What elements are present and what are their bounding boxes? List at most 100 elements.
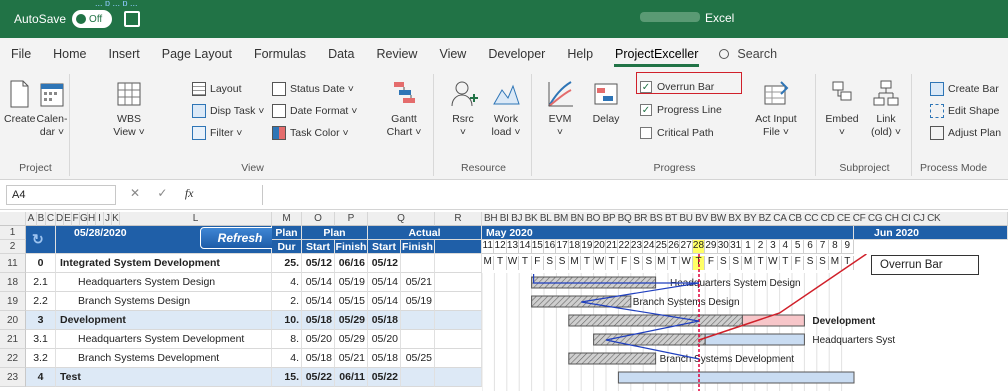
wbs-cell[interactable]: 4 (26, 368, 56, 387)
plan-start-cell[interactable]: 05/18 (302, 311, 335, 330)
column-header-i[interactable]: I (96, 212, 104, 226)
gantt-column-headers[interactable]: BH BI BJ BK BL BM BN BO BP BQ BR BS BT B… (482, 212, 1008, 226)
fx-icon[interactable]: fx (185, 186, 194, 200)
plan-start-cell[interactable]: 05/18 (302, 349, 335, 368)
plan-start-cell[interactable]: 05/22 (302, 368, 335, 387)
adjust-plan-button[interactable]: Adjust Plan (930, 124, 1001, 142)
plan-finish-cell[interactable]: 05/29 (335, 330, 368, 349)
plan-dur-cell[interactable]: 2. (272, 292, 302, 311)
column-header-e[interactable]: E (64, 212, 72, 226)
column-header-r[interactable]: R (435, 212, 482, 226)
tab-insert[interactable]: Insert (98, 38, 151, 70)
plan-dur-cell[interactable]: 10. (272, 311, 302, 330)
create-button[interactable]: Create (4, 76, 36, 126)
gantt-chart-button[interactable]: Gantt Chart ˅ (384, 76, 424, 139)
column-header-d[interactable]: D (56, 212, 64, 226)
refresh-button[interactable]: Refresh (200, 227, 280, 249)
column-header-m[interactable]: M (272, 212, 302, 226)
actual-spacer-cell[interactable] (435, 273, 482, 292)
wbs-cell[interactable]: 0 (26, 254, 56, 273)
tab-help[interactable]: Help (556, 38, 604, 70)
actual-finish-cell[interactable]: 05/25 (401, 349, 435, 368)
column-header-l[interactable]: L (120, 212, 272, 226)
status-date-button[interactable]: Status Date ˅ (272, 80, 354, 98)
embed-button[interactable]: Embed ˅ (824, 76, 860, 139)
task-name-cell[interactable]: Test (56, 368, 272, 387)
column-header-f[interactable]: F (72, 212, 80, 226)
column-header-c[interactable]: C (46, 212, 56, 226)
search-box[interactable]: Search (719, 47, 777, 61)
task-name-cell[interactable]: Integrated System Development (56, 254, 272, 273)
plan-dur-cell[interactable]: 4. (272, 273, 302, 292)
column-header-q[interactable]: Q (368, 212, 435, 226)
row-header-23[interactable]: 23 (0, 368, 26, 387)
date-format-button[interactable]: Date Format ˅ (272, 102, 357, 120)
enter-icon[interactable]: ✓ (157, 186, 167, 200)
calendar-button[interactable]: Calen- dar ˅ (36, 76, 68, 139)
plan-dur-cell[interactable]: 8. (272, 330, 302, 349)
actual-finish-cell[interactable]: 05/21 (401, 273, 435, 292)
row-header-2[interactable]: 2 (0, 240, 26, 254)
actual-start-cell[interactable]: 05/20 (368, 330, 401, 349)
column-header-j[interactable]: J (104, 212, 112, 226)
tab-view[interactable]: View (428, 38, 477, 70)
create-bar-button[interactable]: Create Bar (930, 80, 999, 98)
name-box[interactable]: A4 (6, 185, 116, 205)
tab-data[interactable]: Data (317, 38, 365, 70)
plan-dur-cell[interactable]: 25. (272, 254, 302, 273)
link-old-button[interactable]: Link (old) ˅ (866, 76, 906, 139)
actual-spacer-cell[interactable] (435, 368, 482, 387)
plan-finish-cell[interactable]: 06/16 (335, 254, 368, 273)
tab-projectexceller[interactable]: ProjectExceller (604, 38, 709, 70)
critical-path-checkbox[interactable]: Critical Path (640, 124, 714, 142)
actual-spacer-cell[interactable] (435, 311, 482, 330)
plan-start-cell[interactable]: 05/14 (302, 273, 335, 292)
progress-line-checkbox[interactable]: ✓ Progress Line (640, 101, 722, 119)
formula-input[interactable] (262, 185, 1008, 205)
actual-spacer-cell[interactable] (435, 349, 482, 368)
autosave-toggle[interactable]: Off (72, 10, 113, 28)
edit-shape-button[interactable]: Edit Shape (930, 102, 999, 120)
actual-start-cell[interactable]: 05/12 (368, 254, 401, 273)
tab-home[interactable]: Home (42, 38, 97, 70)
actual-start-cell[interactable]: 05/22 (368, 368, 401, 387)
plan-dur-cell[interactable]: 15. (272, 368, 302, 387)
task-name-cell[interactable]: Branch Systems Design (56, 292, 272, 311)
tab-page-layout[interactable]: Page Layout (151, 38, 243, 70)
filter-button[interactable]: Filter ˅ (192, 124, 242, 142)
tab-file[interactable]: File (0, 38, 42, 70)
column-header-h[interactable]: H (88, 212, 96, 226)
task-name-cell[interactable]: Headquarters System Development (56, 330, 272, 349)
plan-start-cell[interactable]: 05/14 (302, 292, 335, 311)
row-header-1[interactable]: 1 (0, 226, 26, 240)
row-header-19[interactable]: 19 (0, 292, 26, 311)
wbs-view-button[interactable]: WBS View ˅ (112, 76, 146, 139)
actual-start-cell[interactable]: 05/18 (368, 311, 401, 330)
task-name-cell[interactable]: Branch Systems Development (56, 349, 272, 368)
row-header-11[interactable]: 11 (0, 254, 26, 273)
rsrc-button[interactable]: Rsrc ˅ (446, 76, 480, 139)
workload-button[interactable]: Work load ˅ (488, 76, 524, 139)
plan-finish-cell[interactable]: 05/19 (335, 273, 368, 292)
evm-button[interactable]: EVM ˅ (544, 76, 576, 139)
cancel-icon[interactable]: ✕ (130, 186, 140, 200)
column-header-g[interactable]: G (80, 212, 88, 226)
column-header-a[interactable]: A (26, 212, 37, 226)
plan-start-cell[interactable]: 05/12 (302, 254, 335, 273)
row-header-21[interactable]: 21 (0, 330, 26, 349)
tab-review[interactable]: Review (365, 38, 428, 70)
actual-start-cell[interactable]: 05/14 (368, 292, 401, 311)
actual-spacer-cell[interactable] (435, 292, 482, 311)
layout-button[interactable]: Layout (192, 80, 242, 98)
actual-finish-cell[interactable] (401, 311, 435, 330)
wbs-cell[interactable]: 3.2 (26, 349, 56, 368)
plan-start-cell[interactable]: 05/20 (302, 330, 335, 349)
actual-finish-cell[interactable] (401, 330, 435, 349)
wbs-cell[interactable]: 2.1 (26, 273, 56, 292)
select-all-corner[interactable] (0, 212, 26, 226)
task-name-cell[interactable]: Development (56, 311, 272, 330)
task-name-cell[interactable]: Headquarters System Design (56, 273, 272, 292)
wbs-cell[interactable]: 2.2 (26, 292, 56, 311)
plan-finish-cell[interactable]: 05/21 (335, 349, 368, 368)
row-header-18[interactable]: 18 (0, 273, 26, 292)
